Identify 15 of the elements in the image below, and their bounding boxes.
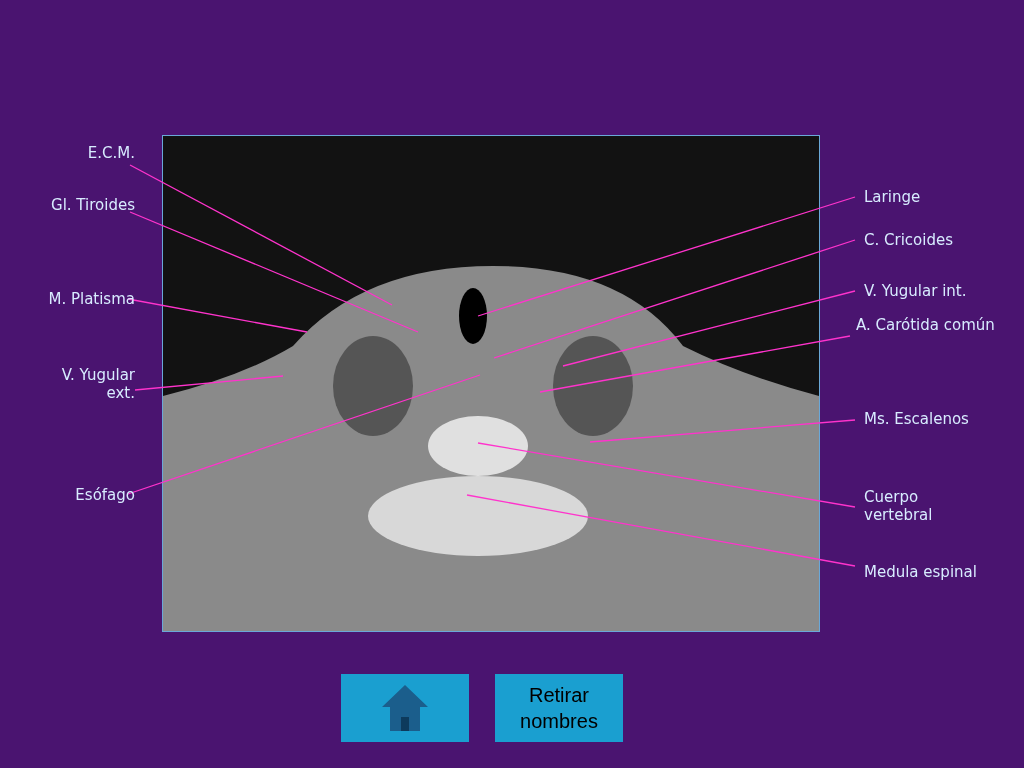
anatomy-label: Cuerpo vertebral <box>864 488 933 524</box>
anatomy-label: Laringe <box>864 188 921 206</box>
anatomy-label: V. Yugular ext. <box>61 366 135 402</box>
anatomy-label: E.C.M. <box>87 144 135 162</box>
anatomy-label: Gl. Tiroides <box>51 196 135 214</box>
anatomy-label: C. Cricoides <box>864 231 953 249</box>
remove-names-button[interactable]: Retirar nombres <box>495 674 623 742</box>
anatomy-label: V. Yugular int. <box>864 282 967 300</box>
home-button[interactable] <box>341 674 469 742</box>
anatomy-label: M. Platisma <box>48 290 135 308</box>
anatomy-label: A. Carótida común <box>856 316 995 334</box>
anatomy-label: Medula espinal <box>864 563 977 581</box>
anatomy-label: Esófago <box>75 486 135 504</box>
anatomy-label: Ms. Escalenos <box>864 410 969 428</box>
home-icon <box>380 683 430 733</box>
